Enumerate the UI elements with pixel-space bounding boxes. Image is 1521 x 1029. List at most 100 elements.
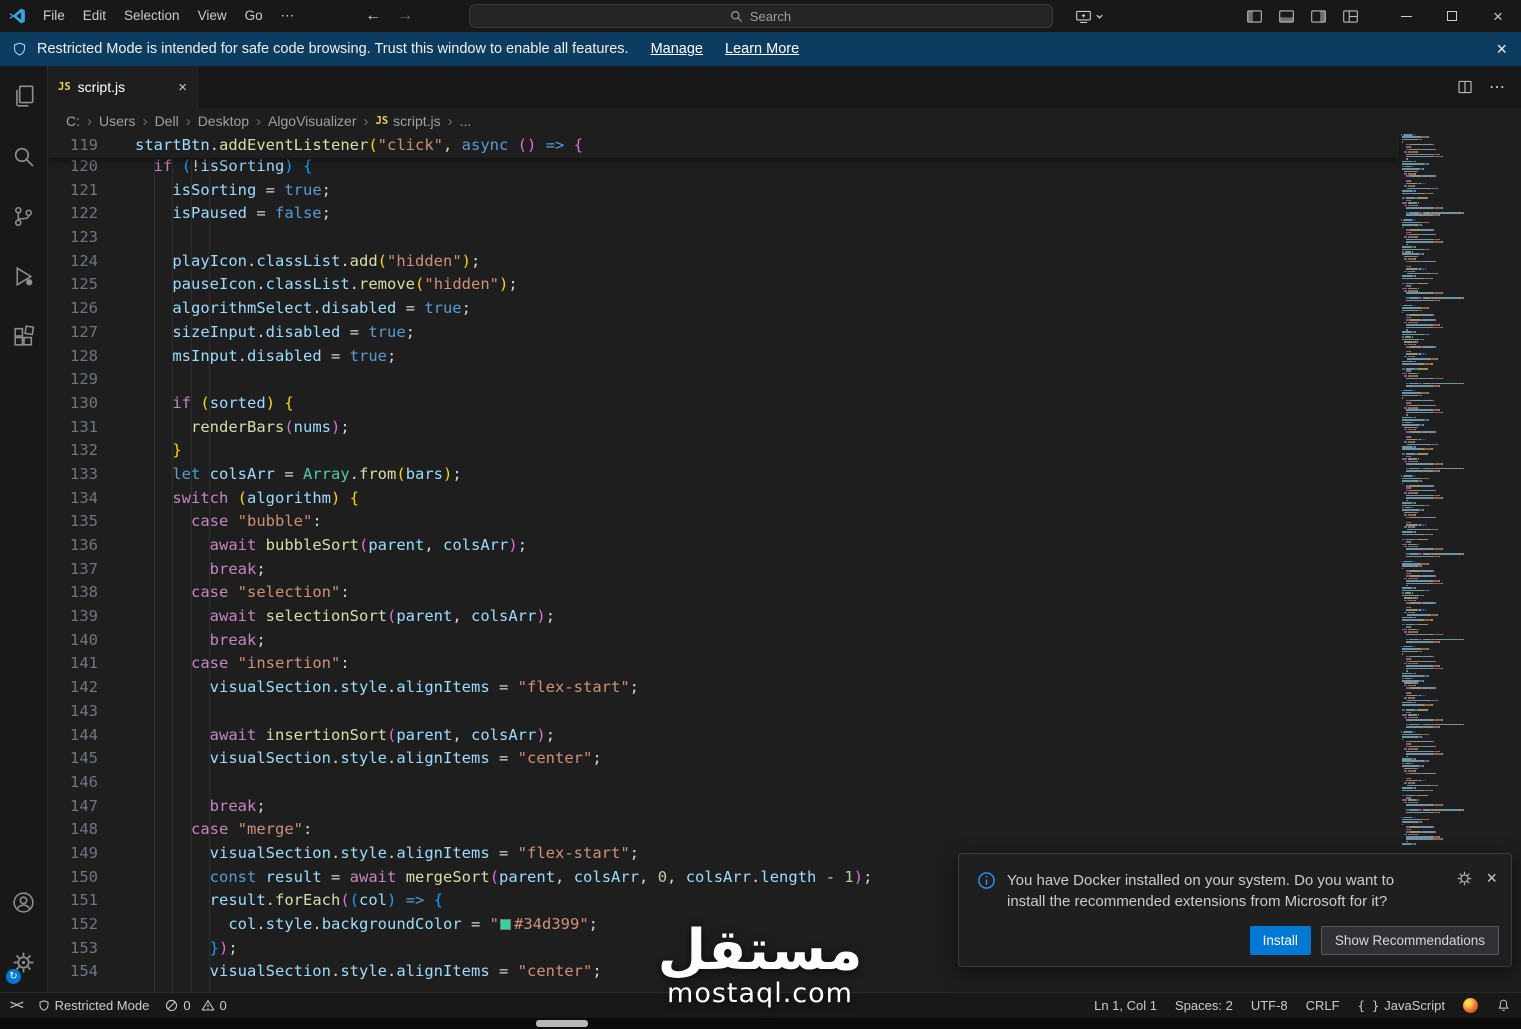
code-line[interactable]: 134 switch (algorithm) { (48, 487, 1521, 511)
code-text[interactable]: sizeInput.disabled = true; (135, 321, 415, 345)
settings-button[interactable]: ↻ (0, 932, 47, 992)
search-button[interactable] (0, 126, 47, 186)
editor-more-actions-icon[interactable]: ⋯ (1489, 77, 1505, 97)
line-number[interactable]: 142 (48, 676, 98, 700)
code-text[interactable]: col.style.backgroundColor = " #34d399"; (135, 913, 598, 937)
code-line[interactable]: 130 if (sorted) { (48, 392, 1521, 416)
code-line[interactable]: 132 } (48, 439, 1521, 463)
code-line[interactable]: 125 pauseIcon.classList.remove("hidden")… (48, 273, 1521, 297)
code-line[interactable]: 121 isSorting = true; (48, 179, 1521, 203)
problems-status[interactable]: 0 0 (165, 998, 227, 1013)
code-line[interactable]: 142 visualSection.style.alignItems = "fl… (48, 676, 1521, 700)
line-number[interactable]: 144 (48, 724, 98, 748)
code-text[interactable]: case "insertion": (135, 652, 350, 676)
code-text[interactable]: await selectionSort(parent, colsArr); (135, 605, 555, 629)
breadcrumb-drive[interactable]: C: (66, 113, 80, 129)
line-number[interactable]: 147 (48, 795, 98, 819)
code-text[interactable]: isPaused = false; (135, 202, 331, 226)
code-line[interactable]: 143 (48, 700, 1521, 724)
line-number[interactable]: 145 (48, 747, 98, 771)
line-number[interactable]: 129 (48, 368, 98, 392)
line-number[interactable]: 140 (48, 629, 98, 653)
code-text[interactable]: visualSection.style.alignItems = "flex-s… (135, 676, 639, 700)
code-line[interactable]: 131 renderBars(nums); (48, 416, 1521, 440)
line-number[interactable]: 143 (48, 700, 98, 724)
line-number[interactable]: 131 (48, 416, 98, 440)
line-number[interactable]: 139 (48, 605, 98, 629)
banner-close-icon[interactable]: × (1496, 39, 1507, 60)
code-line[interactable]: 137 break; (48, 558, 1521, 582)
code-text[interactable]: visualSection.style.alignItems = "center… (135, 747, 602, 771)
accounts-button[interactable] (0, 872, 47, 932)
code-line[interactable]: 135 case "bubble": (48, 510, 1521, 534)
minimap[interactable] (1399, 134, 1493, 848)
language-status[interactable]: { } JavaScript (1358, 998, 1445, 1013)
line-number[interactable]: 119 (48, 134, 98, 158)
extensions-button[interactable] (0, 306, 47, 366)
remote-indicator[interactable]: >< (10, 998, 24, 1013)
line-number[interactable]: 134 (48, 487, 98, 511)
command-center-search[interactable]: Search (468, 4, 1053, 28)
code-text[interactable]: case "bubble": (135, 510, 322, 534)
code-text[interactable]: }); (135, 937, 238, 961)
line-number[interactable]: 133 (48, 463, 98, 487)
code-text[interactable]: } (135, 439, 181, 463)
back-button[interactable]: ← (365, 7, 381, 25)
code-line[interactable]: 133 let colsArr = Array.from(bars); (48, 463, 1521, 487)
line-number[interactable]: 128 (48, 345, 98, 369)
code-text[interactable]: if (sorted) { (135, 392, 293, 416)
notification-gear-icon[interactable] (1456, 870, 1473, 887)
code-line[interactable]: 123 (48, 226, 1521, 250)
code-line[interactable]: 122 isPaused = false; (48, 202, 1521, 226)
line-number[interactable]: 121 (48, 179, 98, 203)
cast-button[interactable] (1075, 0, 1104, 32)
code-text[interactable]: break; (135, 558, 266, 582)
line-number[interactable]: 127 (48, 321, 98, 345)
code-line[interactable]: 138 case "selection": (48, 581, 1521, 605)
run-debug-button[interactable] (0, 246, 47, 306)
breadcrumb-algovisualizer[interactable]: AlgoVisualizer (268, 113, 356, 129)
menu-selection[interactable]: Selection (115, 0, 189, 32)
breadcrumb-users[interactable]: Users (99, 113, 136, 129)
show-recommendations-button[interactable]: Show Recommendations (1320, 926, 1499, 955)
color-swatch[interactable] (500, 919, 512, 930)
toggle-panel-icon[interactable] (1278, 8, 1295, 25)
menu-more[interactable]: ⋯ (272, 0, 304, 32)
line-number[interactable]: 153 (48, 937, 98, 961)
line-number[interactable]: 149 (48, 842, 98, 866)
browser-extension-status[interactable] (1463, 998, 1478, 1013)
line-number[interactable]: 124 (48, 250, 98, 274)
code-line[interactable]: 126 algorithmSelect.disabled = true; (48, 297, 1521, 321)
line-number[interactable]: 154 (48, 960, 98, 984)
line-number[interactable]: 135 (48, 510, 98, 534)
line-number[interactable]: 120 (48, 155, 98, 179)
line-number[interactable]: 150 (48, 866, 98, 890)
restricted-mode-status[interactable]: Restricted Mode (38, 998, 149, 1013)
toggle-secondary-sidebar-icon[interactable] (1310, 8, 1327, 25)
code-text[interactable]: let colsArr = Array.from(bars); (135, 463, 461, 487)
line-number[interactable]: 151 (48, 889, 98, 913)
menu-go[interactable]: Go (236, 0, 272, 32)
code-text[interactable]: result.forEach((col) => { (135, 889, 443, 913)
explorer-button[interactable] (0, 66, 47, 126)
line-number[interactable]: 132 (48, 439, 98, 463)
code-line[interactable]: 119 startBtn.addEventListener("click", as… (48, 134, 1399, 158)
customize-layout-icon[interactable] (1342, 8, 1359, 25)
line-number[interactable]: 123 (48, 226, 98, 250)
code-text[interactable]: break; (135, 629, 266, 653)
menu-view[interactable]: View (189, 0, 236, 32)
menu-edit[interactable]: Edit (74, 0, 115, 32)
code-text[interactable]: case "merge": (135, 818, 312, 842)
code-line[interactable]: 128 msInput.disabled = true; (48, 345, 1521, 369)
code-line[interactable]: 141 case "insertion": (48, 652, 1521, 676)
indentation-status[interactable]: Spaces: 2 (1175, 998, 1233, 1013)
code-line[interactable]: 145 visualSection.style.alignItems = "ce… (48, 747, 1521, 771)
line-number[interactable]: 152 (48, 913, 98, 937)
sticky-scroll-line[interactable]: 119 startBtn.addEventListener("click", as… (48, 134, 1399, 158)
code-text[interactable]: algorithmSelect.disabled = true; (135, 297, 471, 321)
notification-close-icon[interactable]: × (1486, 869, 1497, 887)
code-text[interactable]: break; (135, 795, 266, 819)
minimize-button[interactable] (1383, 0, 1429, 32)
line-number[interactable]: 146 (48, 771, 98, 795)
code-line[interactable]: 127 sizeInput.disabled = true; (48, 321, 1521, 345)
